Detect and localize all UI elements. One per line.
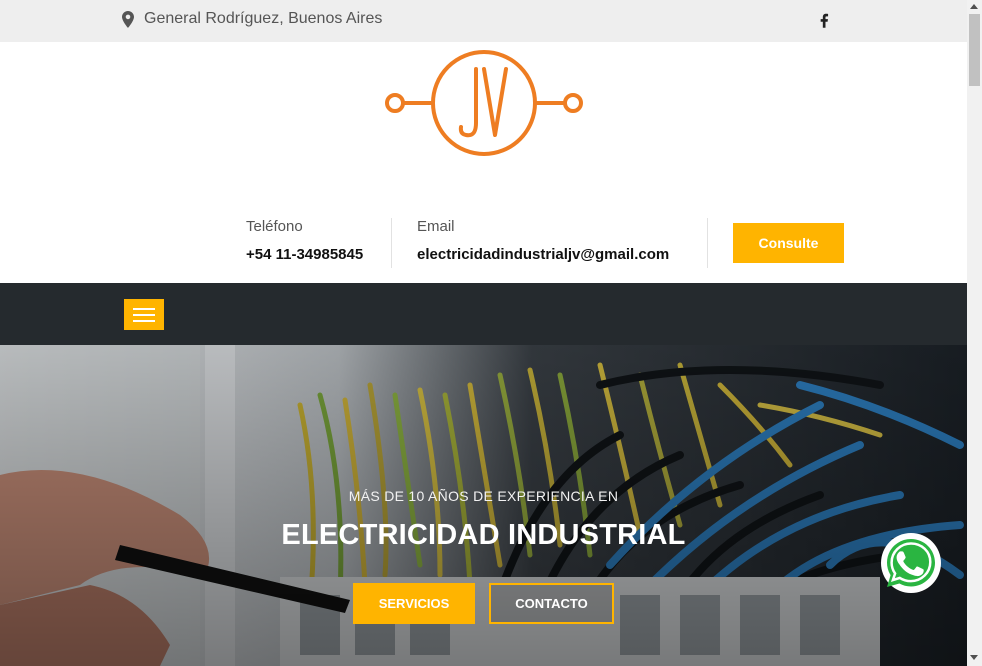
scroll-up-arrow-icon[interactable]: [970, 4, 978, 9]
phone-value[interactable]: +54 11-34985845: [246, 246, 363, 263]
email-info: Email electricidadindustrialjv@gmail.com: [417, 218, 669, 263]
hero-subtitle: MÁS DE 10 AÑOS DE EXPERIENCIA EN: [348, 488, 619, 504]
divider: [391, 218, 392, 268]
site-header: Teléfono +54 11-34985845 Email electrici…: [0, 42, 967, 283]
map-marker-icon: [122, 10, 134, 28]
hamburger-menu-icon[interactable]: [124, 299, 164, 330]
top-bar: General Rodríguez, Buenos Aires: [0, 0, 967, 42]
consulte-button[interactable]: Consulte: [733, 223, 844, 263]
facebook-icon[interactable]: [818, 11, 832, 31]
hero-banner: MÁS DE 10 AÑOS DE EXPERIENCIA EN ELECTRI…: [0, 345, 967, 666]
phone-info: Teléfono +54 11-34985845: [246, 218, 363, 263]
whatsapp-icon[interactable]: [879, 531, 943, 595]
servicios-button[interactable]: SERVICIOS: [353, 583, 475, 624]
divider: [707, 218, 708, 268]
main-nav: [0, 283, 967, 345]
location: General Rodríguez, Buenos Aires: [122, 10, 382, 28]
hero-title: ELECTRICIDAD INDUSTRIAL: [281, 519, 686, 551]
email-value[interactable]: electricidadindustrialjv@gmail.com: [417, 246, 669, 263]
email-label: Email: [417, 218, 455, 235]
contacto-button[interactable]: CONTACTO: [489, 583, 614, 624]
scrollbar-thumb[interactable]: [969, 14, 980, 86]
jv-logo[interactable]: [382, 49, 586, 157]
hero-background-image: [0, 345, 967, 666]
scroll-down-arrow-icon[interactable]: [970, 655, 978, 660]
location-text: General Rodríguez, Buenos Aires: [144, 10, 383, 27]
phone-label: Teléfono: [246, 218, 303, 235]
vertical-scrollbar[interactable]: [967, 0, 982, 666]
